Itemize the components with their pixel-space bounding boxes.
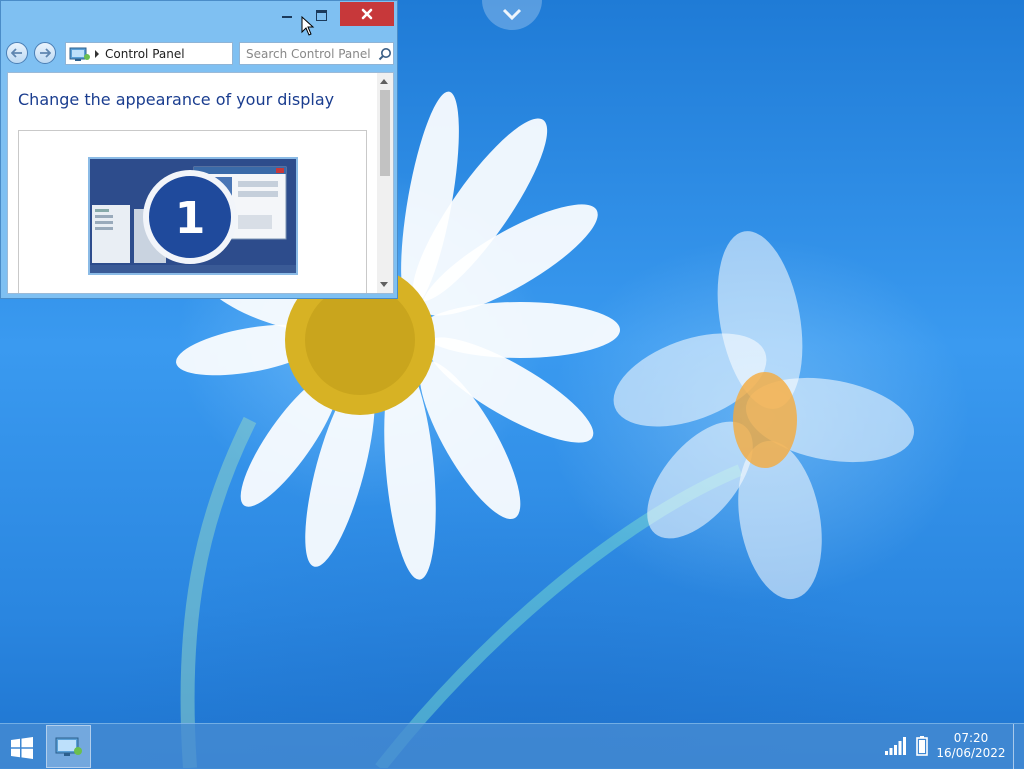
show-desktop-button[interactable] xyxy=(1013,724,1014,769)
arrow-left-icon xyxy=(11,48,22,58)
page-heading: Change the appearance of your display xyxy=(18,90,335,109)
search-box xyxy=(239,42,394,65)
start-button[interactable] xyxy=(10,737,34,759)
forward-button[interactable] xyxy=(34,42,56,64)
search-button[interactable] xyxy=(376,44,393,64)
clock-time: 07:20 xyxy=(953,731,989,745)
battery-icon[interactable] xyxy=(916,736,928,756)
monitor-preview-image: 1 xyxy=(90,159,296,273)
network-signal-icon[interactable] xyxy=(885,737,907,755)
chevron-down-icon xyxy=(502,8,522,20)
scrollbar-thumb[interactable] xyxy=(380,90,390,176)
taskbar: 07:20 16/06/2022 xyxy=(0,723,1024,769)
display-preview: 1 xyxy=(18,130,367,293)
mouse-pointer-icon xyxy=(301,16,315,36)
vertical-scrollbar[interactable] xyxy=(377,73,393,293)
scroll-up-icon[interactable] xyxy=(380,79,388,84)
breadcrumb-caret-icon[interactable] xyxy=(95,49,99,58)
content-pane: Change the appearance of your display 1 xyxy=(7,72,394,294)
minimize-icon xyxy=(282,16,292,18)
close-icon xyxy=(361,8,373,20)
navigation-bar: Control Panel xyxy=(1,41,397,67)
search-input[interactable] xyxy=(244,45,376,62)
scroll-down-icon[interactable] xyxy=(380,282,388,287)
address-bar[interactable]: Control Panel xyxy=(65,42,233,65)
minimize-button[interactable] xyxy=(273,3,301,27)
close-button[interactable] xyxy=(340,2,394,26)
arrow-right-icon xyxy=(40,48,51,58)
control-panel-icon xyxy=(55,737,82,756)
clock-date: 16/06/2022 xyxy=(936,746,1006,760)
maximize-icon xyxy=(315,9,327,21)
taskbar-item-control-panel[interactable] xyxy=(46,725,91,768)
control-panel-icon xyxy=(69,47,90,61)
control-panel-window: Control Panel Change the appearance of y… xyxy=(0,0,398,299)
window-titlebar[interactable] xyxy=(1,1,397,33)
system-clock[interactable]: 07:20 16/06/2022 xyxy=(936,731,1006,761)
monitor-1-preview[interactable]: 1 xyxy=(88,157,298,275)
search-icon xyxy=(378,47,391,60)
monitor-number-label: 1 xyxy=(175,193,206,244)
back-button[interactable] xyxy=(6,42,28,64)
windows-logo-icon xyxy=(11,737,33,759)
breadcrumb-control-panel[interactable]: Control Panel xyxy=(105,47,185,61)
